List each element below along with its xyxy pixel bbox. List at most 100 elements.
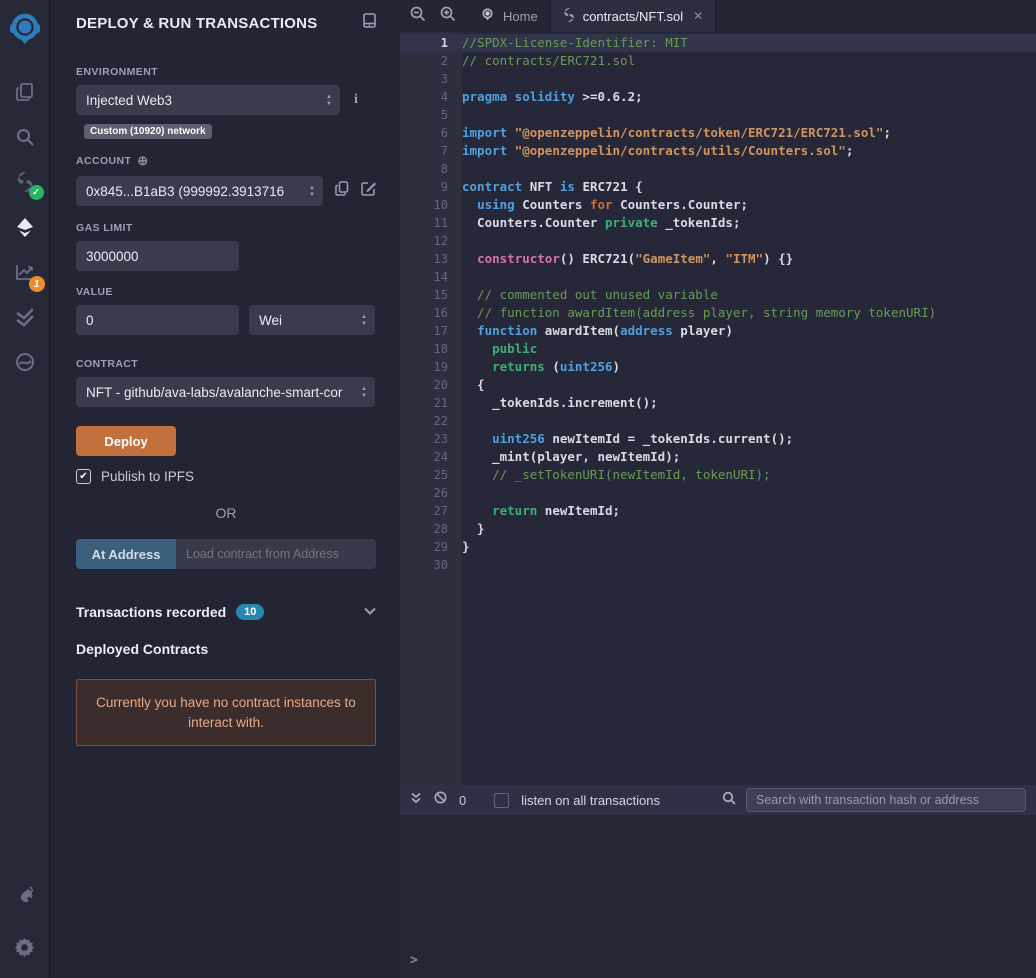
code-line[interactable]: 20 {: [400, 376, 1036, 394]
code-line[interactable]: 29}: [400, 538, 1036, 556]
chevron-down-icon[interactable]: [364, 606, 376, 618]
file-explorer-icon[interactable]: [0, 69, 50, 114]
tab-contracts-nft-sol[interactable]: contracts/NFT.sol ✕: [551, 0, 716, 32]
code-line[interactable]: 28 }: [400, 520, 1036, 538]
tab-home[interactable]: Home: [468, 0, 551, 32]
line-number: 5: [400, 106, 462, 124]
code-line[interactable]: 9contract NFT is ERC721 {: [400, 178, 1036, 196]
listen-all-transactions-checkbox[interactable]: [494, 793, 509, 808]
publish-ipfs-checkbox[interactable]: ✔: [76, 469, 91, 484]
code-line[interactable]: 16 // function awardItem(address player,…: [400, 304, 1036, 322]
network-badge: Custom (10920) network: [84, 124, 212, 139]
code-text: constructor() ERC721("GameItem", "ITM") …: [462, 250, 793, 268]
code-text: {: [462, 376, 485, 394]
account-label: ACCOUNT: [76, 155, 131, 167]
analytics-icon[interactable]: 1: [0, 249, 50, 294]
clear-pending-icon[interactable]: [434, 791, 447, 809]
line-number: 19: [400, 358, 462, 376]
plugin-circle-icon[interactable]: [0, 339, 50, 384]
plugin-manager-icon[interactable]: [0, 872, 50, 917]
account-select[interactable]: 0x845...B1aB3 (999992.3913716 ▲▼: [76, 176, 323, 206]
line-number: 28: [400, 520, 462, 538]
code-line[interactable]: 21 _tokenIds.increment();: [400, 394, 1036, 412]
code-line[interactable]: 6import "@openzeppelin/contracts/token/E…: [400, 124, 1036, 142]
contract-label: CONTRACT: [76, 358, 376, 370]
contract-select[interactable]: NFT - github/ava-labs/avalanche-smart-co…: [76, 377, 375, 407]
at-address-input[interactable]: [176, 539, 376, 569]
settings-gear-icon[interactable]: [0, 925, 50, 970]
environment-info-icon[interactable]: i: [354, 92, 358, 108]
environment-label: ENVIRONMENT: [76, 66, 376, 78]
terminal-search-input[interactable]: [746, 788, 1026, 812]
code-text: return newItemId;: [462, 502, 620, 520]
code-editor[interactable]: 1//SPDX-License-Identifier: MIT2// contr…: [400, 32, 1036, 785]
code-line[interactable]: 22: [400, 412, 1036, 430]
code-line[interactable]: 15 // commented out unused variable: [400, 286, 1036, 304]
select-stepper-icon: ▲▼: [309, 176, 315, 206]
code-line[interactable]: 5: [400, 106, 1036, 124]
code-text: returns (uint256): [462, 358, 620, 376]
zoom-in-icon[interactable]: [440, 6, 456, 27]
line-number: 10: [400, 196, 462, 214]
copy-account-icon[interactable]: [335, 181, 349, 201]
code-text: }: [462, 538, 470, 556]
line-number: 14: [400, 268, 462, 286]
code-text: // commented out unused variable: [462, 286, 718, 304]
expand-terminal-icon[interactable]: [410, 791, 422, 809]
code-line[interactable]: 1//SPDX-License-Identifier: MIT: [400, 34, 1036, 52]
terminal-toolbar: 0 listen on all transactions: [400, 785, 1036, 815]
line-number: 18: [400, 340, 462, 358]
code-line[interactable]: 25 // _setTokenURI(newItemId, tokenURI);: [400, 466, 1036, 484]
value-unit-select[interactable]: Wei ▲▼: [249, 305, 375, 335]
code-text: uint256 newItemId = _tokenIds.current();: [462, 430, 793, 448]
code-line[interactable]: 27 return newItemId;: [400, 502, 1036, 520]
search-icon[interactable]: [0, 114, 50, 159]
code-text: }: [462, 520, 485, 538]
code-line[interactable]: 23 uint256 newItemId = _tokenIds.current…: [400, 430, 1036, 448]
gas-limit-input[interactable]: 3000000: [76, 241, 239, 271]
remix-logo[interactable]: [0, 6, 50, 51]
value-input[interactable]: 0: [76, 305, 239, 335]
code-line[interactable]: 18 public: [400, 340, 1036, 358]
code-line[interactable]: 2// contracts/ERC721.sol: [400, 52, 1036, 70]
code-line[interactable]: 7import "@openzeppelin/contracts/utils/C…: [400, 142, 1036, 160]
unit-testing-icon[interactable]: [0, 294, 50, 339]
line-number: 3: [400, 70, 462, 88]
code-line[interactable]: 17 function awardItem(address player): [400, 322, 1036, 340]
code-text: public: [462, 340, 537, 358]
line-number: 25: [400, 466, 462, 484]
line-number: 20: [400, 376, 462, 394]
solidity-compiler-icon[interactable]: ✓: [0, 159, 50, 204]
code-text: // contracts/ERC721.sol: [462, 52, 635, 70]
line-number: 12: [400, 232, 462, 250]
add-account-icon[interactable]: ⊕: [137, 153, 148, 169]
code-line[interactable]: 10 using Counters for Counters.Counter;: [400, 196, 1036, 214]
code-line[interactable]: 26: [400, 484, 1036, 502]
deploy-run-icon[interactable]: [0, 204, 50, 249]
documentation-icon[interactable]: [363, 13, 376, 33]
environment-select[interactable]: Injected Web3 ▲▼: [76, 85, 340, 115]
deployed-contracts-label: Deployed Contracts: [76, 641, 376, 657]
at-address-button[interactable]: At Address: [76, 539, 176, 569]
code-line[interactable]: 11 Counters.Counter private _tokenIds;: [400, 214, 1036, 232]
editor-tab-bar: Home contracts/NFT.sol ✕: [400, 0, 1036, 32]
code-line[interactable]: 24 _mint(player, newItemId);: [400, 448, 1036, 466]
line-number: 15: [400, 286, 462, 304]
edit-account-icon[interactable]: [361, 181, 376, 201]
terminal-output[interactable]: >: [400, 815, 1036, 978]
code-line[interactable]: 4pragma solidity >=0.6.2;: [400, 88, 1036, 106]
code-line[interactable]: 8: [400, 160, 1036, 178]
code-line[interactable]: 14: [400, 268, 1036, 286]
deploy-button[interactable]: Deploy: [76, 426, 176, 456]
close-tab-icon[interactable]: ✕: [693, 9, 703, 23]
line-number: 30: [400, 556, 462, 574]
or-divider: OR: [76, 505, 376, 521]
code-line[interactable]: 19 returns (uint256): [400, 358, 1036, 376]
line-number: 8: [400, 160, 462, 178]
zoom-out-icon[interactable]: [410, 6, 426, 27]
code-line[interactable]: 12: [400, 232, 1036, 250]
code-line[interactable]: 3: [400, 70, 1036, 88]
code-line[interactable]: 30: [400, 556, 1036, 574]
select-stepper-icon: ▲▼: [326, 85, 332, 115]
code-line[interactable]: 13 constructor() ERC721("GameItem", "ITM…: [400, 250, 1036, 268]
